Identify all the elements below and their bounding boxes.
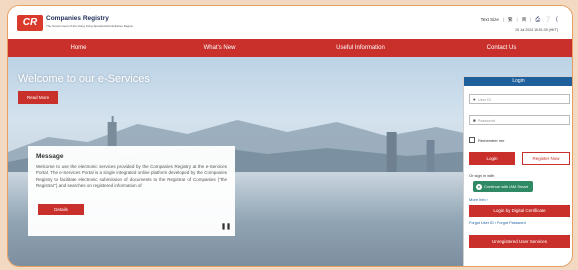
lang-traditional-chinese[interactable]: 繁 (508, 17, 513, 23)
login-panel: Login ● User ID ■ Password Remember me L… (463, 76, 572, 266)
help-icon[interactable]: ❔ (544, 17, 551, 23)
register-now-button[interactable]: Register Now (522, 152, 570, 165)
lock-icon: ■ (473, 117, 476, 123)
share-icon[interactable]: ⟨ (556, 16, 558, 23)
message-body: Welcome to use the electronic services p… (36, 164, 227, 189)
user-icon: ● (473, 96, 476, 102)
nav-whats-new[interactable]: What's New (149, 39, 290, 57)
nav-contact-us[interactable]: Contact Us (431, 39, 572, 57)
digital-certificate-button[interactable]: Login by Digital Certificate (469, 205, 570, 217)
main-nav: Home What's New Useful Information Conta… (8, 39, 572, 57)
welcome-heading: Welcome to our e-Services (18, 73, 150, 85)
site-title: Companies Registry (46, 15, 109, 22)
lang-simplified-chinese[interactable]: 简 (522, 17, 527, 23)
cr-logo[interactable]: CR (17, 15, 43, 31)
details-button[interactable]: Details (38, 204, 84, 215)
iamsmart-icon: ● (476, 183, 482, 190)
header-utilities: Text Size | 繁 | 简 | ⎙ ❔ ⟨ (481, 16, 558, 24)
message-title: Message (36, 153, 64, 160)
current-datetime: 15 Jul 2024 15:51:39 (HKT) (515, 28, 558, 32)
divider: | (530, 17, 532, 22)
password-input[interactable]: ■ Password (469, 115, 570, 125)
site-subtitle: The Government of the Hong Kong Special … (46, 24, 134, 28)
forgot-credentials-link[interactable]: Forgot User ID / Forgot Password (469, 221, 526, 225)
login-button[interactable]: Login (469, 152, 515, 165)
unregistered-user-services-button[interactable]: Unregistered User Services (469, 235, 570, 248)
text-size-label[interactable]: Text Size (481, 17, 499, 22)
browser-frame: CR Companies Registry The Government of … (7, 5, 573, 267)
iamsmart-label: Continue with iAM Smart (484, 184, 529, 189)
divider: | (502, 17, 505, 22)
message-panel: Message Welcome to use the electronic se… (28, 146, 235, 236)
or-sign-in-label: Or sign in with (469, 173, 495, 178)
read-more-button[interactable]: Read More (18, 91, 58, 104)
more-info-link[interactable]: More info › (469, 197, 488, 202)
iamsmart-button[interactable]: ● Continue with iAM Smart (473, 181, 533, 192)
print-icon[interactable]: ⎙ (535, 17, 540, 23)
remember-me[interactable]: Remember me (469, 137, 504, 143)
user-id-placeholder: User ID (477, 96, 492, 102)
remember-me-checkbox[interactable] (469, 137, 475, 143)
nav-home[interactable]: Home (8, 39, 149, 57)
user-id-input[interactable]: ● User ID (469, 94, 570, 104)
nav-useful-information[interactable]: Useful Information (290, 39, 431, 57)
pause-icon[interactable]: ❚❚ (221, 223, 231, 230)
site-header: CR Companies Registry The Government of … (8, 6, 572, 39)
password-placeholder: Password (477, 117, 496, 123)
remember-me-label: Remember me (478, 137, 505, 143)
divider: | (516, 17, 518, 22)
login-title: Login (464, 77, 572, 86)
